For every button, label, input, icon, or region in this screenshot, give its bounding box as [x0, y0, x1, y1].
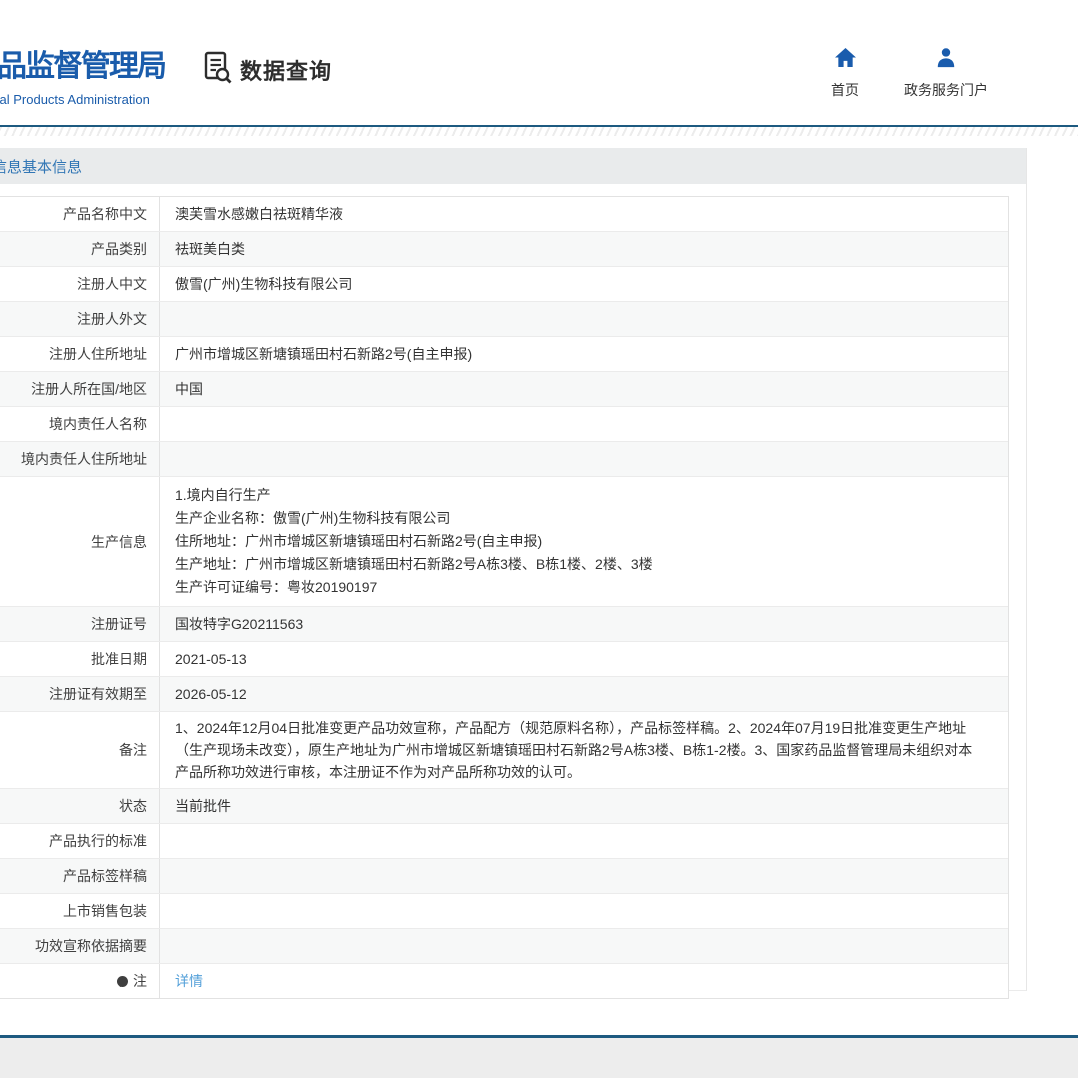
- table-row: 注册证号国妆特字G20211563: [0, 607, 1008, 642]
- row-label: 境内责任人住所地址: [0, 442, 160, 476]
- table-row: 产品名称中文澳芙雪水感嫩白祛斑精华液: [0, 197, 1008, 232]
- table-row: 注册人中文傲雪(广州)生物科技有限公司: [0, 267, 1008, 302]
- site-header: 品监督管理局 cal Products Administration 数据查询: [0, 0, 1078, 125]
- table-row: 注详情: [0, 964, 1008, 998]
- table-row: 产品类别祛斑美白类: [0, 232, 1008, 267]
- table-row: 功效宣称依据摘要: [0, 929, 1008, 964]
- row-label: 生产信息: [0, 477, 160, 606]
- row-value: 1.境内自行生产生产企业名称：傲雪(广州)生物科技有限公司住所地址：广州市增城区…: [160, 477, 1008, 606]
- row-value: 2026-05-12: [160, 677, 1008, 711]
- note-balloon-icon: [117, 976, 128, 987]
- table-row: 产品标签样稿: [0, 859, 1008, 894]
- nav-portal[interactable]: 政务服务门户: [884, 47, 1008, 100]
- user-icon: [935, 55, 957, 72]
- table-row: 境内责任人名称: [0, 407, 1008, 442]
- row-label: 上市销售包装: [0, 894, 160, 928]
- table-row: 备注1、2024年12月04日批准变更产品功效宣称，产品配方（规范原料名称），产…: [0, 712, 1008, 789]
- row-label: 注: [0, 964, 160, 998]
- row-value: [160, 859, 1008, 893]
- table-row: 注册人住所地址广州市增城区新塘镇瑶田村石新路2号(自主申报): [0, 337, 1008, 372]
- detail-link[interactable]: 详情: [175, 970, 203, 992]
- row-value: 2021-05-13: [160, 642, 1008, 676]
- table-row: 状态当前批件: [0, 789, 1008, 824]
- row-label: 注册证号: [0, 607, 160, 641]
- nav-portal-label: 政务服务门户: [884, 80, 1008, 100]
- table-row: 注册人所在国/地区中国: [0, 372, 1008, 407]
- nav-home-label: 首页: [823, 80, 867, 100]
- row-value: 1、2024年12月04日批准变更产品功效宣称，产品配方（规范原料名称），产品标…: [160, 712, 1008, 788]
- row-label: 注册人中文: [0, 267, 160, 301]
- site-logo[interactable]: 品监督管理局 cal Products Administration: [0, 41, 165, 107]
- section-header: 信息基本信息: [0, 148, 1026, 184]
- value-line: 生产地址：广州市增城区新塘镇瑶田村石新路2号A栋3楼、B栋1楼、2楼、3楼: [175, 553, 986, 576]
- product-info-table: 产品名称中文澳芙雪水感嫩白祛斑精华液产品类别祛斑美白类注册人中文傲雪(广州)生物…: [0, 196, 1009, 999]
- row-label: 产品类别: [0, 232, 160, 266]
- table-row: 生产信息1.境内自行生产生产企业名称：傲雪(广州)生物科技有限公司住所地址：广州…: [0, 477, 1008, 607]
- page-title: 数据查询: [240, 54, 332, 86]
- table-row: 产品执行的标准: [0, 824, 1008, 859]
- row-label: 备注: [0, 712, 160, 788]
- nav-home[interactable]: 首页: [823, 47, 867, 100]
- divider-hatch-band: [0, 127, 1078, 136]
- row-value: 国妆特字G20211563: [160, 607, 1008, 641]
- row-label: 产品标签样稿: [0, 859, 160, 893]
- page: 品监督管理局 cal Products Administration 数据查询: [0, 0, 1078, 1078]
- value-line: 生产许可证编号：粤妆20190197: [175, 576, 986, 599]
- value-line: 生产企业名称：傲雪(广州)生物科技有限公司: [175, 507, 986, 530]
- row-label: 功效宣称依据摘要: [0, 929, 160, 963]
- header-divider: [0, 125, 1078, 136]
- data-query-header: 数据查询: [204, 51, 332, 89]
- row-value: 详情: [160, 964, 1008, 998]
- doc-search-icon: [204, 51, 233, 89]
- row-label: 状态: [0, 789, 160, 823]
- row-label: 注册人住所地址: [0, 337, 160, 371]
- row-value: 中国: [160, 372, 1008, 406]
- site-footer: [0, 1035, 1078, 1078]
- row-value: 广州市增城区新塘镇瑶田村石新路2号(自主申报): [160, 337, 1008, 371]
- table-row: 批准日期2021-05-13: [0, 642, 1008, 677]
- row-value: [160, 894, 1008, 928]
- row-value: 澳芙雪水感嫩白祛斑精华液: [160, 197, 1008, 231]
- value-line: 住所地址：广州市增城区新塘镇瑶田村石新路2号(自主申报): [175, 530, 986, 553]
- row-label: 注册人外文: [0, 302, 160, 336]
- logo-chinese-text: 品监督管理局: [0, 41, 165, 85]
- content-panel: 信息基本信息 产品名称中文澳芙雪水感嫩白祛斑精华液产品类别祛斑美白类注册人中文傲…: [0, 148, 1027, 991]
- row-value: 当前批件: [160, 789, 1008, 823]
- table-row: 注册人外文: [0, 302, 1008, 337]
- row-label: 产品名称中文: [0, 197, 160, 231]
- row-label: 注册人所在国/地区: [0, 372, 160, 406]
- row-label: 产品执行的标准: [0, 824, 160, 858]
- value-line: 1.境内自行生产: [175, 484, 986, 507]
- row-value: [160, 929, 1008, 963]
- table-row: 境内责任人住所地址: [0, 442, 1008, 477]
- home-icon: [834, 55, 857, 72]
- section-title: 信息基本信息: [0, 156, 82, 177]
- table-row: 上市销售包装: [0, 894, 1008, 929]
- row-label: 注册证有效期至: [0, 677, 160, 711]
- row-value: [160, 824, 1008, 858]
- row-value: [160, 442, 1008, 476]
- row-value: [160, 302, 1008, 336]
- row-value: 祛斑美白类: [160, 232, 1008, 266]
- row-value: [160, 407, 1008, 441]
- table-row: 注册证有效期至2026-05-12: [0, 677, 1008, 712]
- row-label: 境内责任人名称: [0, 407, 160, 441]
- row-label: 批准日期: [0, 642, 160, 676]
- logo-english-text: cal Products Administration: [0, 92, 165, 107]
- row-value: 傲雪(广州)生物科技有限公司: [160, 267, 1008, 301]
